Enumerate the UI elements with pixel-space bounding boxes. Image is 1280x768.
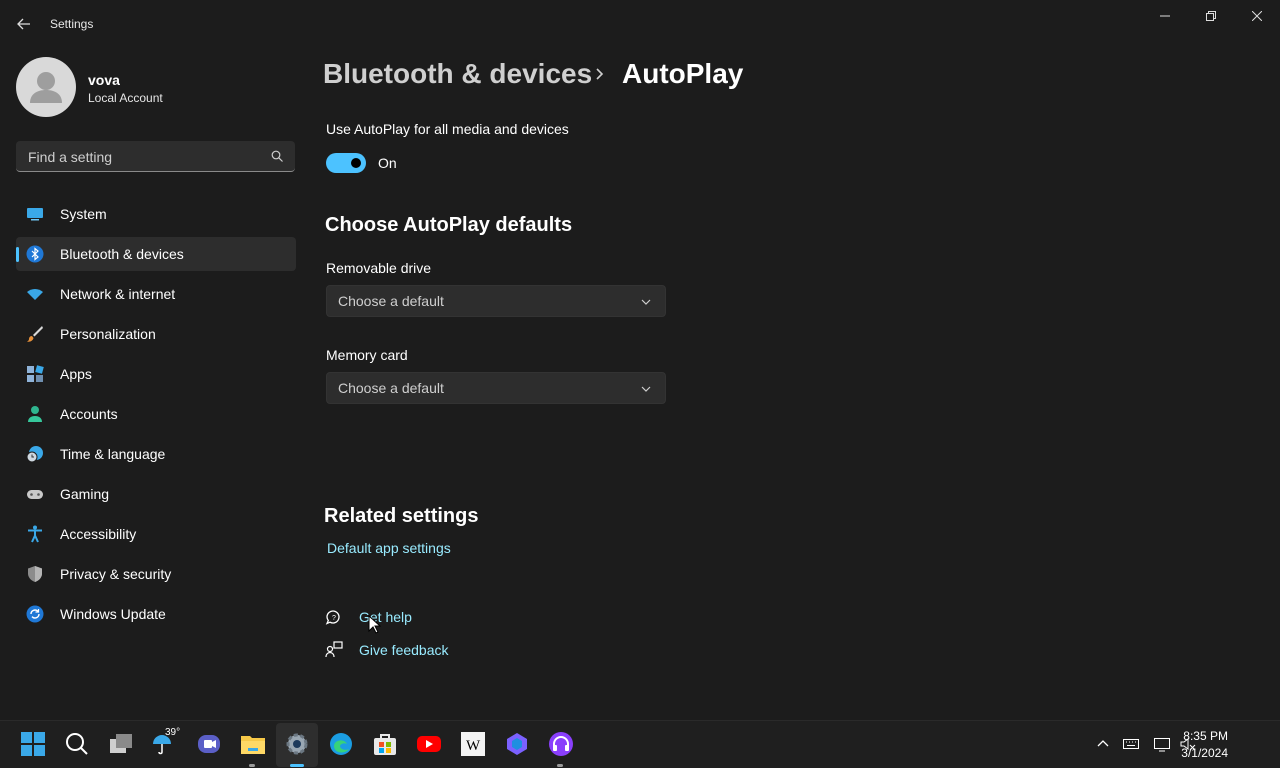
update-icon [26, 605, 44, 623]
autoplay-toggle[interactable] [326, 153, 366, 173]
window-title: Settings [50, 17, 94, 31]
taskbar: 39° W 8:35 PM 3/1/2024 [0, 720, 1280, 768]
account-type: Local Account [88, 91, 163, 105]
bluetooth-icon [26, 245, 44, 263]
teams-icon[interactable] [196, 731, 222, 757]
sidebar-item-label: Time & language [60, 446, 166, 462]
apps-icon [27, 365, 44, 382]
removable-drive-label: Removable drive [326, 260, 432, 276]
minimize-icon [1160, 15, 1170, 17]
get-help-icon: ? [325, 610, 340, 625]
back-arrow-icon [17, 18, 30, 30]
close-button[interactable] [1234, 0, 1280, 32]
clock-time[interactable]: 8:35 PM [1183, 729, 1228, 743]
autoplay-toggle-label: Use AutoPlay for all media and devices [326, 121, 569, 137]
headphones-app-icon[interactable] [548, 731, 574, 757]
globe-clock-icon [26, 446, 43, 463]
clock-date[interactable]: 3/1/2024 [1181, 746, 1228, 760]
weather-temperature: 39° [165, 727, 181, 738]
search-input[interactable] [26, 141, 270, 173]
network-icon[interactable] [1154, 736, 1170, 752]
copilot-icon[interactable] [504, 731, 530, 757]
gamepad-icon [27, 490, 43, 499]
sidebar-item-bluetooth[interactable]: Bluetooth & devices [16, 237, 296, 271]
search-box[interactable] [16, 141, 295, 173]
toggle-state-text: On [378, 155, 397, 171]
store-icon[interactable] [372, 731, 398, 757]
sidebar-item-gaming[interactable]: Gaming [16, 477, 296, 511]
dropdown-value: Choose a default [338, 380, 444, 396]
sidebar-item-label: Privacy & security [60, 566, 172, 582]
keyboard-icon[interactable] [1123, 736, 1139, 752]
close-icon [1252, 11, 1262, 21]
back-button[interactable] [12, 12, 36, 36]
selected-indicator [16, 247, 19, 262]
mouse-cursor-icon [368, 615, 382, 634]
section-title-related: Related settings [324, 505, 479, 527]
edge-icon[interactable] [328, 731, 354, 757]
sidebar-item-personalization[interactable]: Personalization [16, 317, 296, 351]
dropdown-value: Choose a default [338, 293, 444, 309]
get-help-link[interactable]: Get help [359, 609, 412, 625]
sidebar-item-label: Bluetooth & devices [60, 246, 184, 262]
sidebar-item-label: Windows Update [60, 606, 166, 622]
sidebar-item-label: Apps [60, 366, 92, 382]
removable-drive-dropdown[interactable]: Choose a default [326, 285, 666, 317]
search-icon [271, 150, 283, 162]
sidebar-item-windows-update[interactable]: Windows Update [16, 597, 296, 631]
svg-text:W: W [466, 738, 481, 754]
sidebar-item-label: Gaming [60, 486, 110, 502]
brush-icon [27, 326, 43, 342]
chevron-right-icon [596, 68, 604, 80]
start-icon[interactable] [20, 731, 46, 757]
sidebar-item-system[interactable]: System [16, 197, 296, 231]
memory-card-label: Memory card [326, 347, 408, 363]
sidebar-item-label: System [60, 206, 107, 222]
person-avatar-icon [30, 72, 62, 103]
running-indicator [557, 764, 563, 767]
svg-text:?: ? [332, 615, 336, 622]
shield-icon [28, 566, 42, 582]
sidebar-item-label: Accounts [60, 406, 118, 422]
avatar[interactable] [16, 57, 76, 117]
chevron-down-icon [641, 299, 651, 305]
running-indicator [249, 764, 255, 767]
user-name: vova [88, 72, 120, 88]
person-icon [28, 406, 42, 422]
system-icon [27, 208, 43, 221]
settings-icon[interactable] [284, 731, 310, 757]
give-feedback-icon [325, 641, 343, 658]
title-bar: Settings [0, 0, 1280, 48]
sidebar-item-network[interactable]: Network & internet [16, 277, 296, 311]
search-icon[interactable] [64, 731, 90, 757]
wifi-icon [27, 289, 43, 300]
chevron-down-icon [641, 386, 651, 392]
sidebar-item-apps[interactable]: Apps [16, 357, 296, 391]
breadcrumb-parent[interactable]: Bluetooth & devices [323, 58, 592, 90]
sidebar-item-time-language[interactable]: Time & language [16, 437, 296, 471]
sidebar-item-privacy[interactable]: Privacy & security [16, 557, 296, 591]
give-feedback-link[interactable]: Give feedback [359, 642, 449, 658]
wikipedia-icon[interactable]: W [460, 731, 486, 757]
minimize-button[interactable] [1142, 0, 1188, 32]
restore-button[interactable] [1188, 0, 1234, 32]
sidebar-item-accounts[interactable]: Accounts [16, 397, 296, 431]
youtube-icon[interactable] [416, 731, 442, 757]
file-explorer-icon[interactable] [240, 731, 266, 757]
active-indicator [290, 764, 304, 767]
sidebar-item-label: Personalization [60, 326, 156, 342]
sidebar-item-label: Network & internet [60, 286, 176, 302]
memory-card-dropdown[interactable]: Choose a default [326, 372, 666, 404]
default-app-settings-link[interactable]: Default app settings [327, 540, 451, 556]
accessibility-icon [28, 525, 42, 543]
sidebar-item-accessibility[interactable]: Accessibility [16, 517, 296, 551]
sidebar-item-label: Accessibility [60, 526, 137, 542]
toggle-knob [351, 158, 361, 168]
chevron-up-icon[interactable] [1095, 736, 1111, 752]
section-title-defaults: Choose AutoPlay defaults [325, 214, 573, 236]
task-view-icon[interactable] [108, 731, 134, 757]
page-title: AutoPlay [622, 58, 744, 89]
restore-icon [1206, 11, 1216, 21]
